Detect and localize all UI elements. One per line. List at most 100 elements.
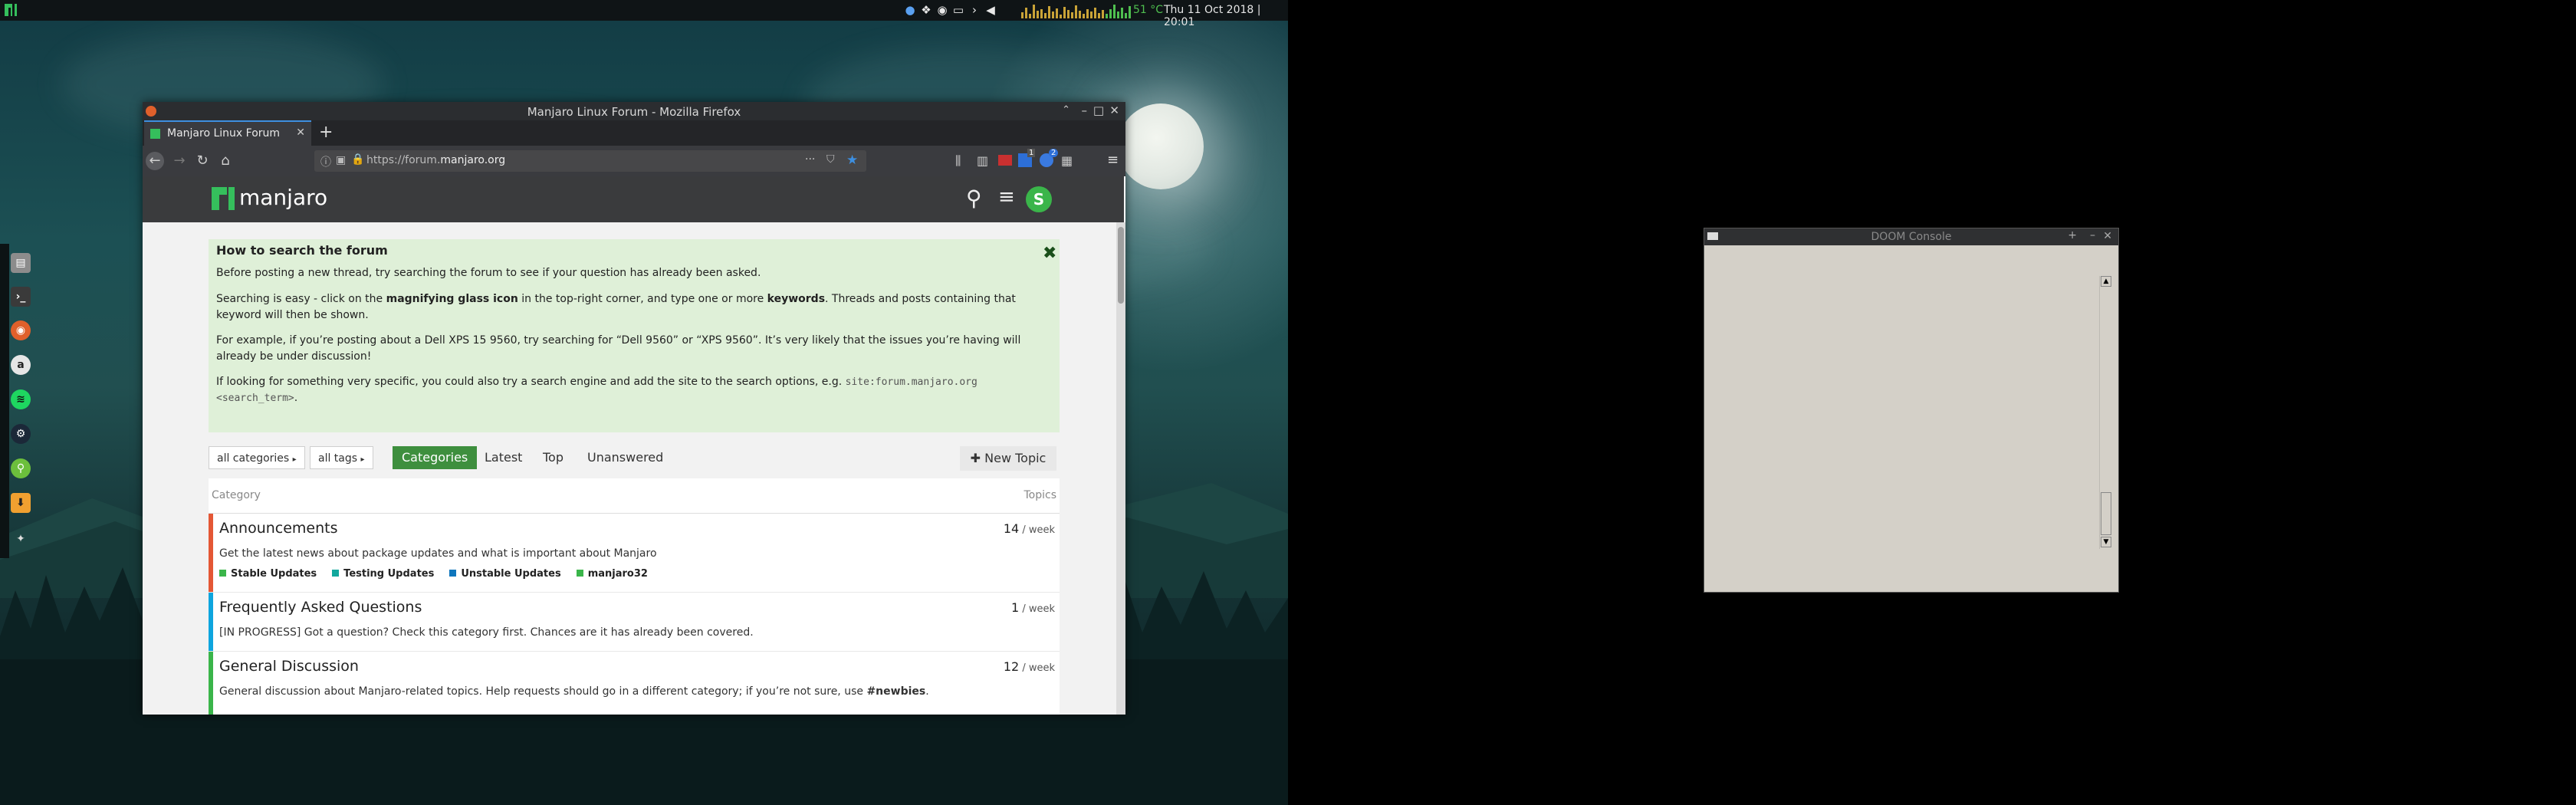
category-color-bar	[209, 593, 213, 651]
category-table: Category Topics Announcements 14 / week …	[209, 478, 1060, 715]
category-color-bar	[209, 652, 213, 715]
back-button[interactable]: ←	[146, 152, 164, 170]
volume-icon[interactable]: ◀	[984, 3, 997, 17]
dock	[0, 244, 9, 558]
category-title[interactable]: General Discussion	[219, 658, 359, 675]
doom-minimize-button[interactable]: –	[2090, 229, 2095, 242]
extension-badge: 1	[1027, 149, 1036, 157]
minimize-button[interactable]: –	[1082, 104, 1088, 117]
topic-count: 12 / week	[1003, 659, 1055, 674]
top-panel: ● ❖ ◉ ▭ › ◀ 51 °C Thu 11 Oct 2018 | 20:0…	[0, 0, 1288, 28]
firefox-icon[interactable]: ◉	[11, 320, 31, 340]
permissions-icon[interactable]: ▣	[336, 154, 346, 166]
doom-pin-button[interactable]: +	[2068, 229, 2077, 242]
chromium-tray-icon[interactable]: ●	[903, 3, 917, 17]
adblock-icon[interactable]	[998, 155, 1012, 166]
doom-window-title: DOOM Console	[1871, 231, 1952, 243]
file-manager-icon[interactable]: ▤	[11, 253, 31, 273]
column-topics: Topics	[1024, 489, 1056, 501]
spotify-icon[interactable]: ≋	[11, 389, 31, 409]
category-title[interactable]: Frequently Asked Questions	[219, 599, 422, 616]
banner-text-4: If looking for something very specific, …	[216, 376, 978, 404]
clock[interactable]: Thu 11 Oct 2018 | 20:01	[1164, 4, 1288, 28]
category-title[interactable]: Announcements	[219, 520, 338, 537]
logo-text[interactable]: manjaro	[239, 185, 327, 210]
subcategory-stable-updates[interactable]: Stable Updates	[219, 568, 317, 580]
subcategory-manjaro32[interactable]: manjaro32	[576, 568, 648, 580]
menu-icon[interactable]: ≡	[998, 186, 1015, 209]
column-category: Category	[212, 489, 261, 501]
banner-title: How to search the forum	[216, 243, 388, 258]
tab-top[interactable]: Top	[543, 446, 564, 469]
newbies-link[interactable]: #newbies	[866, 685, 925, 698]
screenshot-icon[interactable]: ▦	[1061, 153, 1073, 168]
category-description: Get the latest news about package update…	[219, 547, 657, 560]
tab-close-icon[interactable]: ✕	[296, 127, 305, 139]
user-avatar[interactable]: S	[1026, 186, 1052, 212]
library-icon[interactable]: ⫼	[955, 153, 961, 169]
subcategory-testing-updates[interactable]: Testing Updates	[332, 568, 434, 580]
download-icon[interactable]: ⬇	[11, 493, 31, 513]
all-categories-dropdown[interactable]: all categories ▸	[209, 446, 305, 469]
scroll-down-arrow-icon[interactable]: ▼	[2101, 537, 2111, 547]
tab-categories[interactable]: Categories	[393, 446, 478, 469]
url-bar[interactable]: ⓘ ▣ 🔒 https://forum.manjaro.org ··· ⛉ ★	[314, 150, 866, 172]
forum-header: manjaro ⚲ ≡ S	[143, 176, 1124, 222]
lock-icon[interactable]: 🔒	[351, 153, 364, 166]
pocket-icon[interactable]: ⛉	[826, 153, 835, 166]
tab-latest[interactable]: Latest	[485, 446, 522, 469]
doom-scrollbar[interactable]: ▲ ▼	[2099, 276, 2112, 549]
category-row-general-discussion[interactable]: General Discussion 12 / week General dis…	[209, 652, 1060, 715]
tab-manjaro-forum[interactable]: Manjaro Linux Forum ✕	[144, 120, 311, 146]
steam-icon[interactable]: ⚙	[11, 424, 31, 444]
topic-count: 1 / week	[1011, 600, 1055, 615]
maximize-button[interactable]: □	[1093, 104, 1104, 117]
keepass-icon[interactable]: ⚲	[11, 458, 31, 478]
sidebar-icon[interactable]: ▥	[977, 153, 988, 168]
category-description: [IN PROGRESS] Got a question? Check this…	[219, 626, 754, 639]
manjaro-logo-icon[interactable]	[212, 187, 235, 210]
close-button[interactable]: ✕	[1109, 104, 1119, 117]
bookmark-star-icon[interactable]: ★	[846, 153, 858, 168]
expand-arrow-icon[interactable]: ›	[968, 3, 981, 17]
search-icon[interactable]: ⚲	[966, 186, 982, 211]
scroll-up-arrow-icon[interactable]: ▲	[2101, 276, 2111, 287]
settings-icon[interactable]: ✦	[11, 529, 31, 549]
doom-titlebar[interactable]: DOOM Console + – ✕	[1704, 228, 2118, 245]
new-tab-button[interactable]: +	[319, 123, 333, 142]
doom-console-window: DOOM Console + – ✕ ▲ ▼	[1704, 228, 2119, 593]
subcategory-list: Stable Updates Testing Updates Unstable …	[219, 568, 648, 580]
page-scrollbar[interactable]	[1116, 222, 1125, 715]
tab-title: Manjaro Linux Forum	[167, 127, 281, 140]
window-title: Manjaro Linux Forum - Mozilla Firefox	[527, 105, 741, 119]
all-tags-dropdown[interactable]: all tags ▸	[310, 446, 373, 469]
navigation-toolbar: ← → ↻ ⌂ ⓘ ▣ 🔒 https://forum.manjaro.org …	[143, 146, 1125, 176]
info-icon[interactable]: ⓘ	[320, 154, 331, 169]
chat-icon[interactable]: ▭	[951, 3, 965, 17]
dropbox-icon[interactable]: ❖	[919, 3, 933, 17]
hamburger-menu-icon[interactable]: ≡	[1107, 152, 1119, 168]
category-row-announcements[interactable]: Announcements 14 / week Get the latest n…	[209, 514, 1060, 593]
tab-unanswered[interactable]: Unanswered	[587, 446, 663, 469]
subcategory-unstable-updates[interactable]: Unstable Updates	[449, 568, 561, 580]
reload-button[interactable]: ↻	[193, 152, 212, 170]
doom-scroll-thumb[interactable]	[2101, 492, 2111, 535]
plus-icon: ✚	[970, 451, 981, 465]
pin-icon[interactable]: ⌃	[1062, 104, 1070, 116]
category-row-faq[interactable]: Frequently Asked Questions 1 / week [IN …	[209, 593, 1060, 652]
network-graph	[1106, 3, 1131, 18]
steam-tray-icon[interactable]: ◉	[935, 3, 949, 17]
doom-close-button[interactable]: ✕	[2103, 230, 2112, 242]
window-titlebar[interactable]: Manjaro Linux Forum - Mozilla Firefox ⌃ …	[143, 102, 1125, 120]
manjaro-menu-icon[interactable]	[5, 4, 17, 16]
page-actions-icon[interactable]: ···	[805, 153, 815, 166]
amazon-icon[interactable]: a	[11, 355, 31, 375]
home-button[interactable]: ⌂	[216, 152, 235, 170]
new-topic-button[interactable]: ✚ New Topic	[960, 446, 1056, 471]
forward-button[interactable]: →	[170, 152, 189, 170]
scrollbar-thumb[interactable]	[1118, 227, 1124, 304]
account-badge: 2	[1049, 149, 1059, 157]
banner-close-icon[interactable]: ✖	[1043, 244, 1056, 263]
url-domain: manjaro.org	[440, 154, 506, 166]
terminal-icon[interactable]: ›_	[11, 287, 31, 307]
